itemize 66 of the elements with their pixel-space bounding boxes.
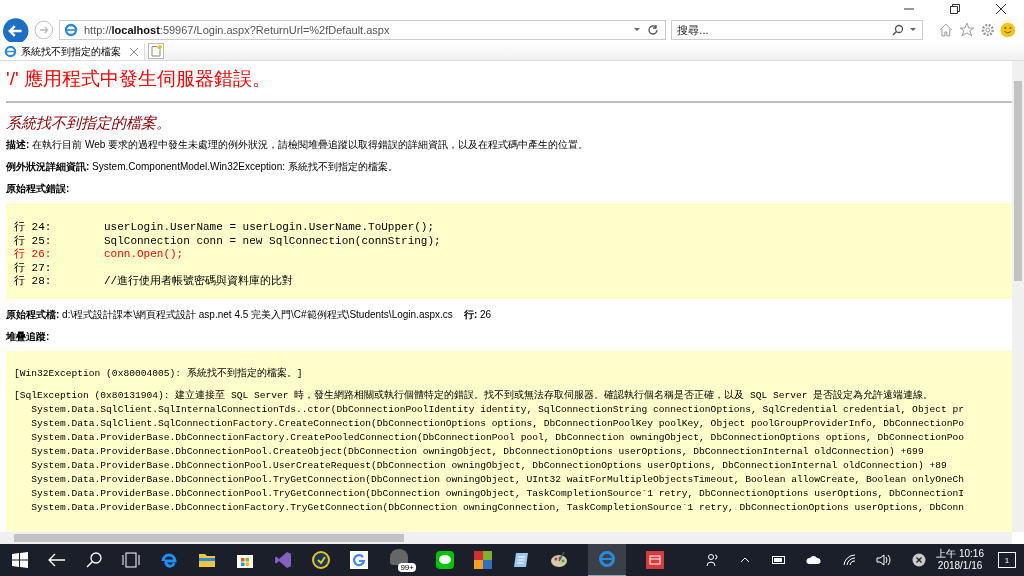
cloud-icon[interactable] [806,555,823,565]
search-icon[interactable] [892,24,905,36]
section-label: 原始程式錯誤: [6,183,71,195]
clock-date: 2018/1/16 [937,560,983,572]
back-arrow-icon[interactable] [48,553,66,567]
error-subheading: 系統找不到指定的檔案。 [6,113,172,133]
restore-icon[interactable] [950,4,960,14]
stack-trace-line: [SqlException (0x80131904): 建立連接至 SQL Server 時，發生網路相關或執行個體特定的錯誤。找不到或無法存取伺服器。確認執行個名稱是否正確，以及 SQL Server 是否設定為允許遠端連線。 [14,389,934,401]
people-icon[interactable] [706,553,721,567]
code-text: SqlConnection conn = new SqlConnection(connString); [104,234,441,249]
refresh-icon[interactable] [647,24,660,36]
error-heading: '/' 應用程式中發生伺服器錯誤。 [6,67,272,91]
e-logo-icon [64,23,78,37]
code-text: userLogin.UserName = userLogin.UserName.ToUpper(); [104,221,435,235]
back-button[interactable] [2,17,30,45]
windows-start-icon[interactable] [12,552,28,568]
colored-squares-icon[interactable] [474,551,492,569]
line-number: 行 24: [14,221,53,235]
line-number: 行 25: [14,234,53,248]
search-icon[interactable] [86,552,102,568]
stack-trace-line: System.Data.ProviderBase.DbConnectionPool.TryGetConnection(DbConnection owningObject, TaskCompletionSource`1 retry, DbConnectionOptions userOptions, DbConnectionI [30,487,964,499]
app-icon-with-badge[interactable]: 99+ [388,548,416,572]
wifi-icon[interactable] [842,554,857,566]
search-field[interactable]: 搜尋... [671,20,924,40]
battery-icon [770,555,787,565]
folder-icon[interactable] [198,552,216,568]
star-icon[interactable] [959,22,975,38]
paint-palette-icon[interactable] [550,551,568,569]
line-number: 行 27: [14,261,53,275]
stack-trace-line: System.Data.ProviderBase.DbConnectionFactory.TryGetConnection(DbConnection owningConnection, TaskCompletionSource`1 retry, DbConnectionOptions userOptions, DbConn [30,501,964,513]
notepad-icon[interactable] [512,551,530,569]
dropdown-icon[interactable] [633,27,642,33]
speaker-icon[interactable] [876,554,893,566]
smiley-icon[interactable] [1000,22,1016,38]
settings-icon[interactable] [979,22,996,38]
line-number: 行 26: [14,248,53,262]
stack-trace-line: System.Data.SqlClient.SqlInternalConnectionTds..ctor(DbConnectionPoolIdentity identity, SqlConnectionString connectionOptions, SqlCredential credential, Object pr [30,403,964,415]
stack-trace-line: System.Data.ProviderBase.DbConnectionPool.TryGetConnection(DbConnection owningObject, UInt32 waitForMultipleObjectsTimeout, Boolean allowCreate, Boolean onlyOneCh [30,473,964,485]
news-app-icon[interactable] [646,551,664,569]
e-logo-icon [4,45,17,58]
code-text: //進行使用者帳號密碼與資料庫的比對 [104,275,294,289]
stack-trace-line: [Win32Exception (0x80004005): 系統找不到指定的檔案。] [14,367,303,379]
stack-trace-line: System.Data.ProviderBase.DbConnectionFactory.CreatePooledConnection(DbConnectionPool pool, DbConnection owningObject, DbConnectionOptions options, DbConnectionPoo [30,431,964,443]
clock[interactable]: 上午 10:16 2018/1/16 [936,548,984,572]
vertical-scrollbar[interactable] [1012,61,1024,532]
caret-icon[interactable] [740,557,751,563]
horizontal-scrollbar[interactable] [0,532,1012,544]
code-text: conn.Open(); [104,248,184,262]
stack-trace-line: System.Data.ProviderBase.DbConnectionPool.CreateObject(DbConnection owningObject, DbConnectionOptions userOptions, DbConnectionInternal oldConnection) +699 [30,445,924,457]
circle-app-icon[interactable] [312,551,330,569]
section-label: 堆疊追蹤: [6,330,51,343]
error-detail-text: 描述: 在執行目前 Web 要求的過程中發生未處理的例外狀況，請檢閱堆疊追蹤以取得錯誤的詳細資訊，以及在程式碼中產生的位置。 [6,139,590,151]
chat-app-icon[interactable] [436,551,454,569]
stack-trace-line: System.Data.ProviderBase.DbConnectionPool.UserCreateRequest(DbConnection owningObject, DbConnectionOptions userOptions, DbConnectionInternal oldConnection) +89 [30,459,947,471]
line-number: 行 28: [14,275,53,289]
close-icon[interactable] [996,4,1006,14]
notification-center-button[interactable]: 1 [998,552,1016,568]
stack-trace-line: System.Data.SqlClient.SqlConnectionFactory.CreateConnection(DbConnectionOptions options, DbConnectionPoolKey poolKey, Object poolGroupProviderInfo, DbConnectionPo [30,417,964,429]
close-circle-icon[interactable] [912,553,927,567]
error-detail-text: 例外狀況詳細資訊: System.ComponentModel.Win32Exception: 系統找不到指定的檔案。 [6,161,399,173]
address-field[interactable]: http://localhost:59967/Login.aspx?ReturnUrl=%2fDefault.aspx [59,20,667,40]
dropdown-icon[interactable] [909,27,918,33]
browser-tab[interactable]: 系統找不到指定的檔案 [0,43,145,60]
source-file-text: 原始程式檔: d:\程式設計課本\網頁程式設計 asp.net 4.5 完美入門\C#範例程式\Students\Login.aspx.cs 行: 26 [6,308,493,321]
clock-time: 上午 10:16 [936,548,984,560]
task-view-icon[interactable] [122,552,140,568]
